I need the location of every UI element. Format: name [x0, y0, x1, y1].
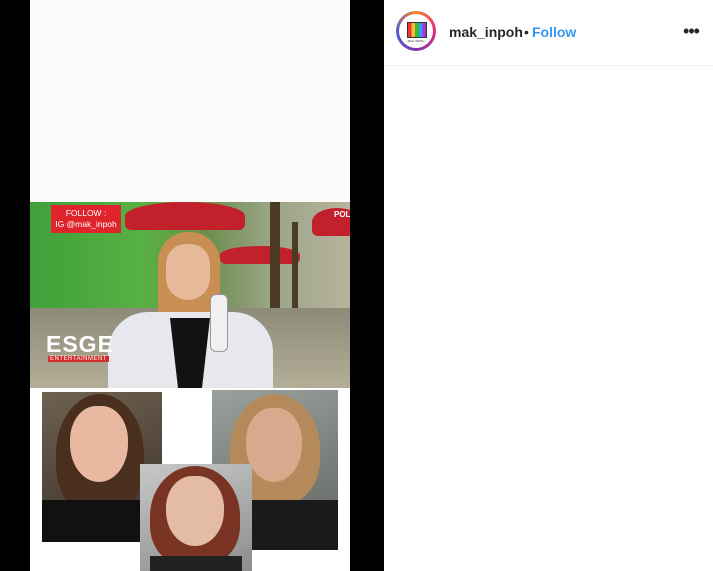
post-header: MAK INPOH mak_inpoh • Follow •••	[384, 0, 713, 66]
video-player[interactable]: FOLLOW : IG @mak_inpoh ESGE ENTERTAINMEN…	[30, 0, 350, 571]
photo-collage	[30, 388, 350, 571]
reporter-person	[100, 232, 273, 388]
reporter-scene-image: FOLLOW : IG @mak_inpoh ESGE ENTERTAINMEN…	[30, 202, 350, 388]
esge-logo-subtext: ENTERTAINMENT	[48, 356, 109, 362]
overlay-line-1: FOLLOW :	[65, 208, 107, 218]
separator-dot: •	[524, 24, 529, 40]
microphone	[210, 294, 228, 352]
more-options-icon[interactable]: •••	[680, 22, 702, 40]
follow-button[interactable]: Follow	[532, 24, 576, 40]
esge-logo: ESGE	[46, 331, 114, 357]
username-link[interactable]: mak_inpoh	[449, 24, 523, 40]
profile-avatar[interactable]: MAK INPOH	[399, 14, 433, 48]
tree-trunk	[292, 222, 298, 322]
red-umbrella	[125, 202, 245, 230]
avatar[interactable]: MAK INPOH	[396, 11, 436, 51]
overlay-line-2: IG @mak_inpoh	[55, 219, 117, 229]
tree-trunk	[270, 202, 280, 312]
follow-overlay-badge: FOLLOW : IG @mak_inpoh	[51, 205, 121, 233]
umbrella-text: POL	[334, 210, 350, 219]
avatar-caption: MAK INPOH	[407, 39, 425, 43]
collage-photo-3	[140, 464, 252, 571]
video-blank-area	[30, 0, 350, 202]
post-media-pane[interactable]: FOLLOW : IG @mak_inpoh ESGE ENTERTAINMEN…	[0, 0, 384, 571]
tv-icon	[407, 22, 427, 38]
